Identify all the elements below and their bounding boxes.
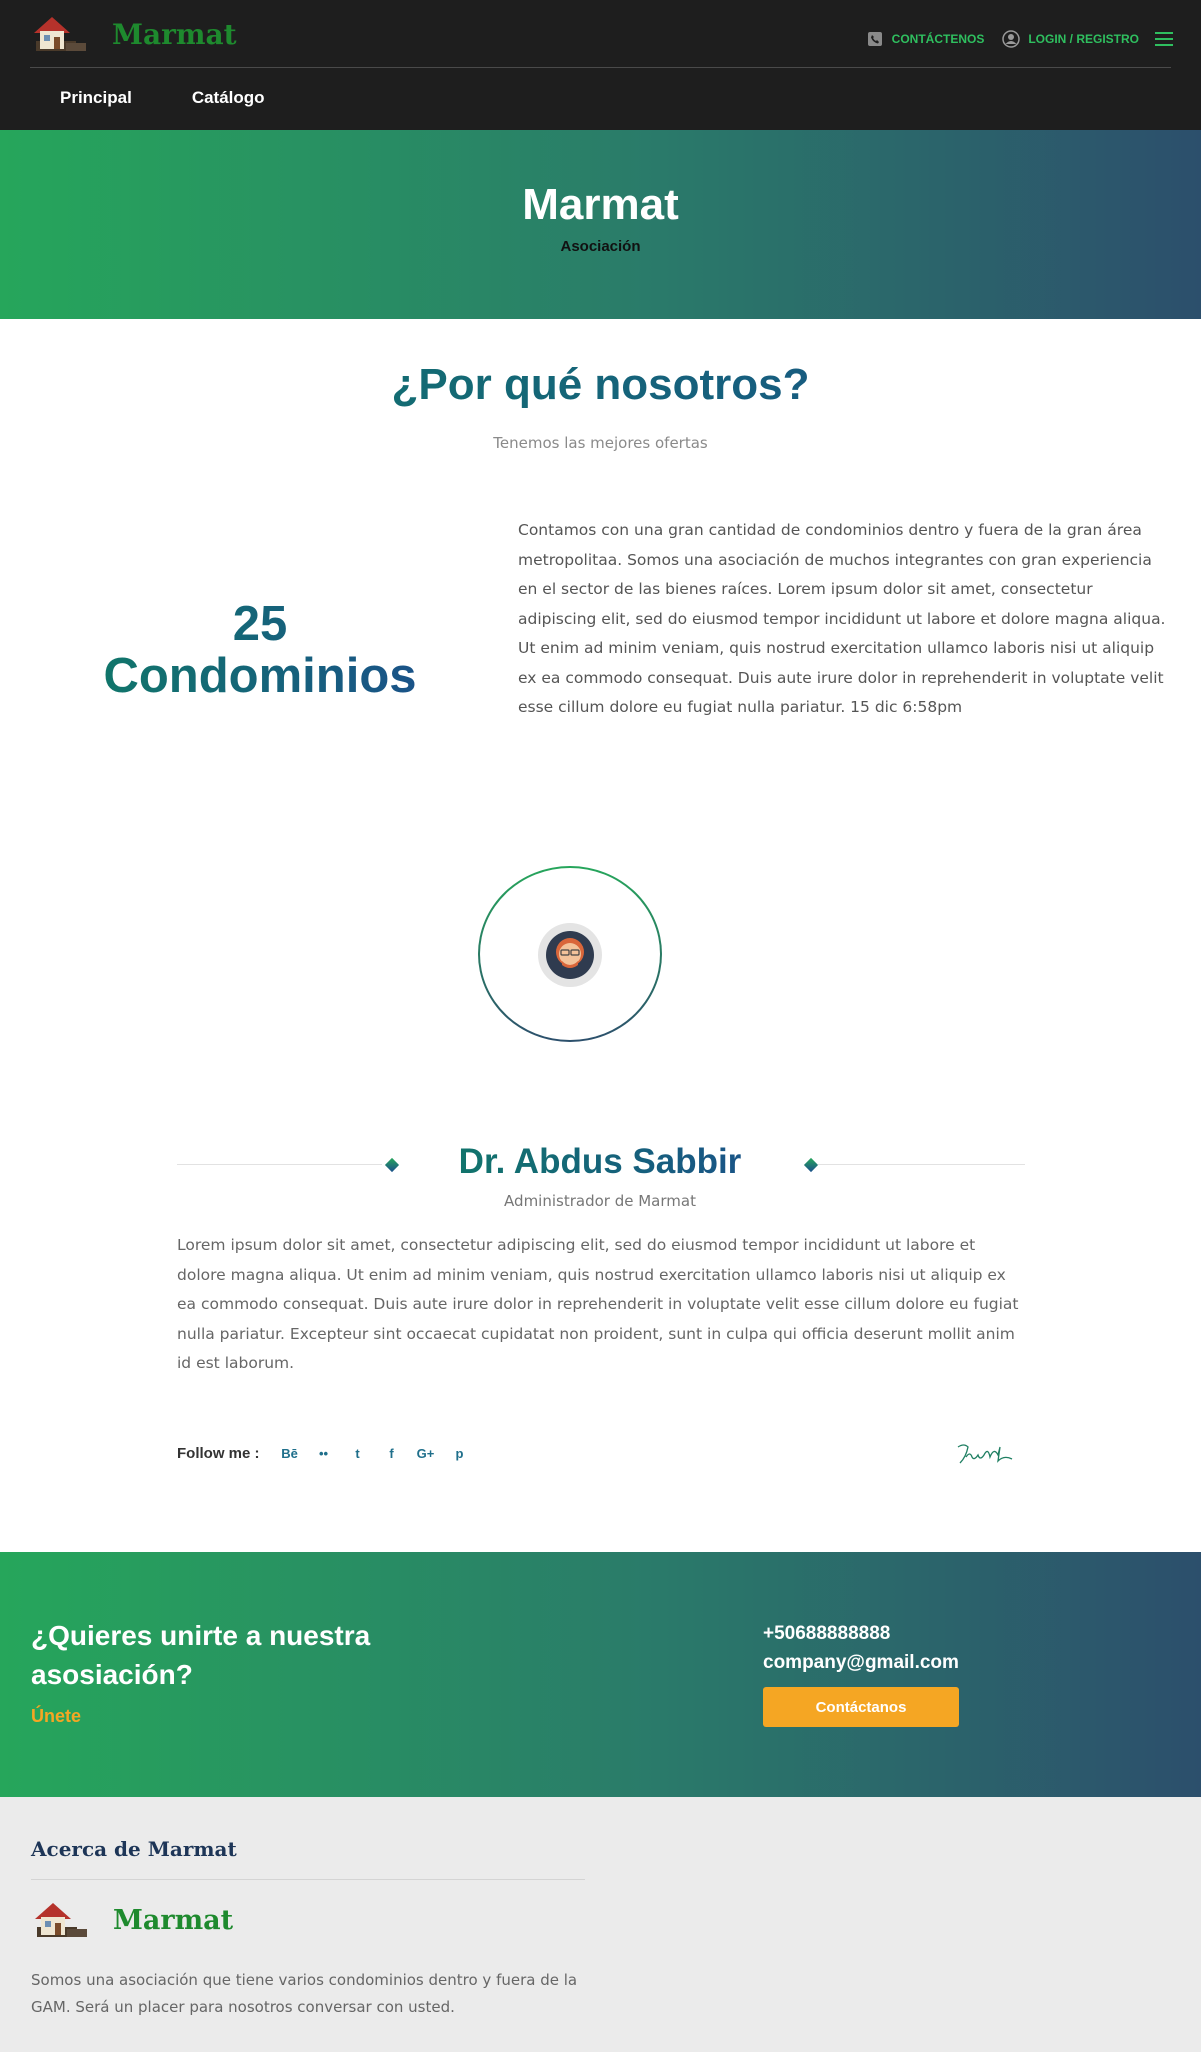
avatar-icon (538, 923, 602, 987)
contact-label: CONTÁCTENOS (891, 32, 985, 46)
cta-email: company@gmail.com (763, 1652, 959, 1673)
contact-link[interactable]: CONTÁCTENOS (866, 30, 985, 48)
twitter-icon[interactable]: t (348, 1443, 368, 1463)
phone-icon (866, 30, 884, 48)
cta-phone: +50688888888 (763, 1623, 891, 1644)
cta-section: ¿Quieres unirte a nuestra asosiación? Ún… (0, 1552, 1201, 1797)
cta-title: ¿Quieres unirte a nuestra asosiación? (31, 1620, 371, 1690)
stat-block: 25 Condominios (60, 598, 460, 702)
google-plus-icon[interactable]: G+ (416, 1443, 436, 1463)
user-icon (1002, 30, 1021, 48)
person-bio: Lorem ipsum dolor sit amet, consectetur … (177, 1236, 1019, 1372)
footer-divider (31, 1879, 585, 1880)
top-links: CONTÁCTENOS LOGIN / REGISTRO (848, 30, 1173, 48)
why-text: Contamos con una gran cantidad de condom… (518, 521, 1166, 716)
divider-right (818, 1164, 1025, 1165)
menu-icon[interactable] (1155, 32, 1173, 46)
follow-row: Follow me : Bē •• t f G+ p (177, 1443, 484, 1463)
behance-icon[interactable]: Bē (280, 1443, 300, 1463)
signature-icon (957, 1444, 1013, 1464)
house-icon (34, 17, 86, 51)
login-link[interactable]: LOGIN / REGISTRO (1002, 30, 1139, 48)
why-title: ¿Por qué nosotros? (0, 360, 1201, 410)
hero-subtitle: Asociación (560, 238, 641, 255)
footer-heading: Acerca de Marmat (31, 1837, 237, 1861)
why-subtitle: Tenemos las mejores ofertas (493, 434, 708, 452)
divider-left (177, 1164, 382, 1165)
pinterest-icon[interactable]: p (450, 1443, 470, 1463)
footer-brand[interactable]: Marmat (31, 1897, 233, 1943)
nav-item-principal[interactable]: Principal (60, 88, 132, 108)
brand[interactable]: Marmat (30, 10, 237, 58)
person-role: Administrador de Marmat (504, 1192, 696, 1210)
contact-button[interactable]: Contáctanos (763, 1687, 959, 1727)
follow-label: Follow me : (177, 1444, 260, 1462)
footer: Acerca de Marmat Marmat Somos una asocia… (0, 1797, 1201, 2052)
hero-banner: Marmat Asociación (0, 130, 1201, 319)
hero-title: Marmat (522, 180, 679, 229)
top-bar: Marmat CONTÁCTENOS LOGIN / REGISTRO Prin… (0, 0, 1201, 130)
flickr-icon[interactable]: •• (314, 1443, 334, 1463)
footer-brand-name: Marmat (113, 1904, 234, 1936)
brand-name: Marmat (112, 17, 237, 51)
topbar-divider (30, 67, 1171, 68)
stat-number: 25 (232, 597, 288, 651)
stat-label: Condominios (103, 649, 417, 703)
diamond-right-icon (803, 1157, 819, 1173)
login-label: LOGIN / REGISTRO (1028, 32, 1139, 46)
join-link[interactable]: Únete (31, 1706, 81, 1727)
diamond-left-icon (384, 1157, 400, 1173)
facebook-icon[interactable]: f (382, 1443, 402, 1463)
main-nav: Principal Catálogo (60, 88, 325, 108)
nav-item-catalogo[interactable]: Catálogo (192, 88, 265, 108)
person-name: Dr. Abdus Sabbir (400, 1142, 800, 1182)
footer-text: Somos una asociación que tiene varios co… (31, 1971, 578, 2016)
house-icon (35, 1903, 87, 1937)
